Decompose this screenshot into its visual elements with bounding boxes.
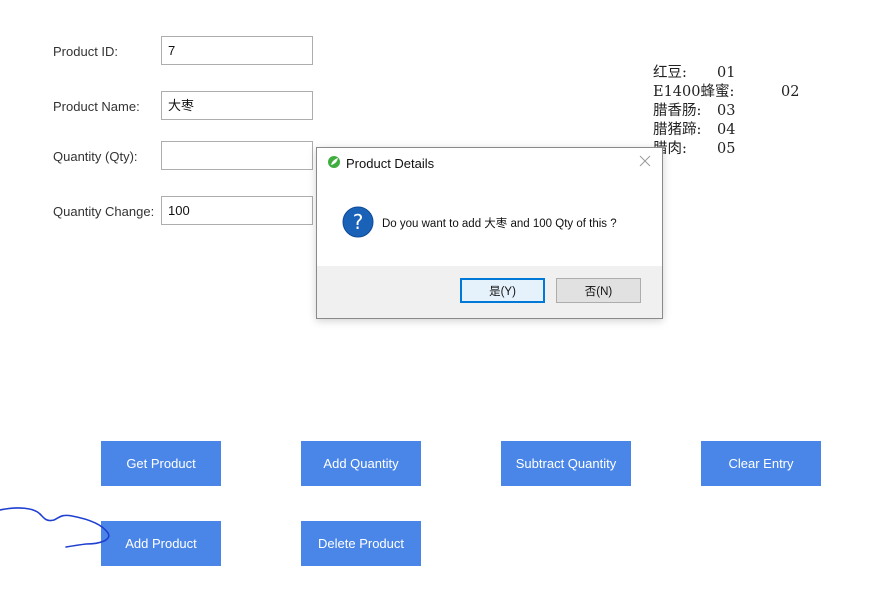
product-id-legend: 红豆: 01 E1400蜂蜜: 02 腊香肠: 03 腊猪蹄: 04 腊肉: 0… bbox=[653, 64, 799, 159]
no-button[interactable]: 否(N) bbox=[556, 278, 641, 303]
dialog-footer: 是(Y) 否(N) bbox=[317, 266, 662, 318]
delete-product-button[interactable]: Delete Product bbox=[301, 521, 421, 566]
legend-name: 腊香肠: bbox=[653, 103, 702, 119]
legend-id: 04 bbox=[717, 122, 736, 138]
add-quantity-button[interactable]: Add Quantity bbox=[301, 441, 421, 486]
product-id-label: Product ID: bbox=[53, 44, 119, 59]
legend-name: 腊猪蹄: bbox=[653, 122, 702, 138]
yes-button[interactable]: 是(Y) bbox=[460, 278, 545, 303]
quantity-input[interactable] bbox=[161, 141, 313, 170]
question-icon: ? bbox=[342, 206, 374, 238]
dialog-message: Do you want to add 大枣 and 100 Qty of thi… bbox=[382, 218, 617, 230]
product-id-input[interactable]: 7 bbox=[161, 36, 313, 65]
legend-row: 腊肉: 05 bbox=[653, 140, 736, 159]
product-details-dialog: Product Details ? Do you want to add 大枣 … bbox=[316, 147, 663, 319]
get-product-button[interactable]: Get Product bbox=[101, 441, 221, 486]
legend-id: 05 bbox=[717, 141, 736, 157]
add-product-button[interactable]: Add Product bbox=[101, 521, 221, 566]
quantity-change-label: Quantity Change: bbox=[53, 204, 155, 219]
leaf-icon bbox=[328, 156, 340, 168]
clear-entry-button[interactable]: Clear Entry bbox=[701, 441, 821, 486]
legend-row: 腊香肠: 03 bbox=[653, 102, 736, 121]
product-name-input[interactable]: 大枣 bbox=[161, 91, 313, 120]
svg-text:?: ? bbox=[353, 210, 364, 234]
close-icon[interactable] bbox=[636, 152, 654, 170]
product-name-label: Product Name: bbox=[53, 99, 140, 114]
legend-row: E1400蜂蜜: 02 bbox=[653, 83, 799, 102]
legend-id: 03 bbox=[717, 103, 736, 119]
hand-drawn-arrow-annotation bbox=[0, 507, 110, 548]
dialog-title: Product Details bbox=[346, 156, 435, 171]
legend-name: E1400蜂蜜: bbox=[653, 84, 735, 100]
legend-id: 01 bbox=[717, 65, 736, 81]
legend-id: 02 bbox=[781, 84, 800, 100]
subtract-quantity-button[interactable]: Subtract Quantity bbox=[501, 441, 631, 486]
quantity-change-input[interactable]: 100 bbox=[161, 196, 313, 225]
legend-row: 腊猪蹄: 04 bbox=[653, 121, 736, 140]
legend-name: 红豆: bbox=[653, 65, 687, 81]
quantity-label: Quantity (Qty): bbox=[53, 149, 138, 164]
legend-row: 红豆: 01 bbox=[653, 64, 736, 83]
